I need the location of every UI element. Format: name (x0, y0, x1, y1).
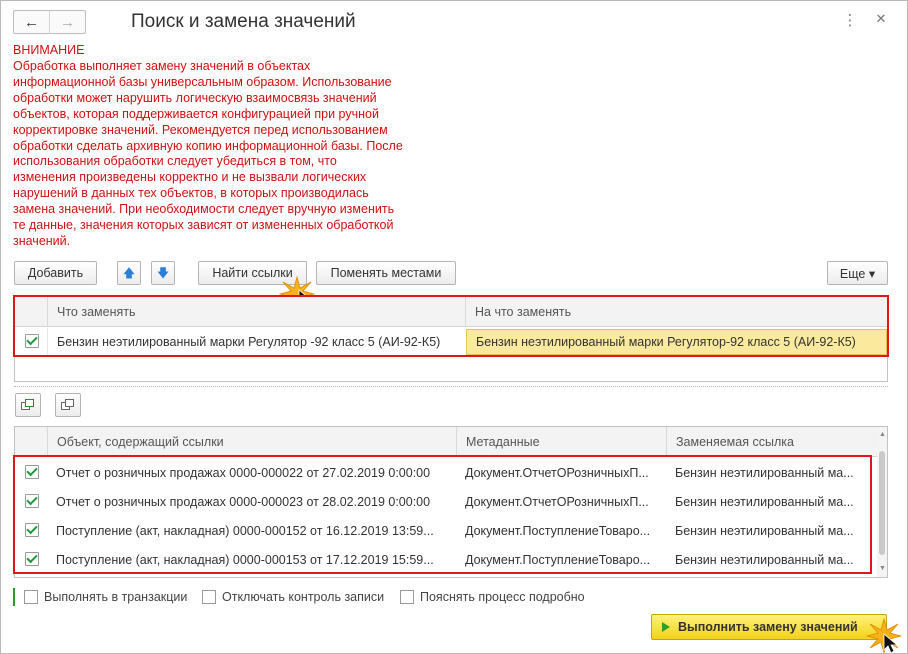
move-down-button[interactable]: 🡇 (151, 261, 175, 285)
focus-marker (13, 588, 15, 606)
execute-replace-button[interactable]: Выполнить замену значений (651, 614, 887, 640)
option-disable-control-label: Отключать контроль записи (222, 590, 385, 604)
table-row[interactable]: Поступление (акт, накладная) 0000-000152… (15, 517, 887, 545)
cell-metadata[interactable]: Документ.ПоступлениеТоваро... (456, 546, 666, 574)
option-disable-control[interactable]: Отключать контроль записи (202, 590, 384, 604)
option-transaction-label: Выполнять в транзакции (44, 590, 188, 604)
cell-object[interactable]: Отчет о розничных продажах 0000-000022 о… (47, 459, 456, 487)
scroll-down-icon[interactable]: ▼ (879, 565, 886, 572)
more-menu-button[interactable]: ⋮ (840, 11, 860, 29)
vertical-scrollbar[interactable]: ▲ ▼ (877, 427, 887, 577)
more-vertical-icon: ⋮ (842, 12, 858, 29)
table-row[interactable]: Поступление (акт, накладная) 0000-000153… (15, 546, 887, 574)
scroll-up-icon[interactable]: ▲ (879, 431, 886, 438)
option-transaction[interactable]: Выполнять в транзакции (24, 590, 187, 604)
nav-buttons: ← → (13, 10, 86, 34)
check-all-button[interactable] (15, 393, 41, 417)
option-explain-checkbox[interactable] (400, 590, 414, 604)
table-row[interactable]: Бензин неэтилированный марки Регулятор -… (15, 328, 887, 356)
uncheck-all-icon (61, 399, 75, 411)
column-header-with[interactable]: На что заменять (465, 297, 889, 327)
option-transaction-checkbox[interactable] (24, 590, 38, 604)
swap-button[interactable]: Поменять местами (316, 261, 456, 285)
column-header-what[interactable]: Что заменять (47, 297, 465, 327)
table-row[interactable]: Отчет о розничных продажах 0000-000022 о… (15, 459, 887, 487)
add-button[interactable]: Добавить (14, 261, 97, 285)
play-icon (662, 622, 670, 632)
option-explain[interactable]: Пояснять процесс подробно (400, 590, 585, 604)
column-header-ref[interactable]: Заменяемая ссылка (666, 427, 878, 457)
cell-ref[interactable]: Бензин неэтилированный ма... (666, 517, 878, 545)
cell-object[interactable]: Поступление (акт, накладная) 0000-000152… (47, 517, 456, 545)
row-checkbox[interactable] (25, 523, 39, 537)
column-header-metadata[interactable]: Метаданные (456, 427, 666, 457)
arrow-right-icon: → (60, 13, 75, 31)
cell-metadata[interactable]: Документ.ОтчетОРозничныхП... (456, 488, 666, 516)
warning-text: Обработка выполняет замену значений в об… (13, 59, 403, 248)
cell-object[interactable]: Отчет о розничных продажах 0000-000023 о… (47, 488, 456, 516)
warning-heading: ВНИМАНИЕ (13, 43, 85, 57)
scroll-thumb[interactable] (879, 451, 885, 555)
arrow-left-icon: ← (24, 13, 39, 31)
row-checkbox[interactable] (25, 334, 39, 348)
option-explain-label: Пояснять процесс подробно (420, 590, 585, 604)
option-disable-control-checkbox[interactable] (202, 590, 216, 604)
row-checkbox[interactable] (25, 494, 39, 508)
references-table: Объект, содержащий ссылки Метаданные Зам… (14, 426, 888, 578)
window-title: Поиск и замена значений (131, 11, 356, 32)
cell-ref[interactable]: Бензин неэтилированный ма... (666, 546, 878, 574)
check-all-icon (21, 399, 35, 411)
back-button[interactable]: ← (14, 11, 49, 33)
arrow-up-icon: 🡅 (122, 266, 136, 280)
references-table-header: Объект, содержащий ссылки Метаданные Зам… (15, 427, 887, 457)
move-up-button[interactable]: 🡅 (117, 261, 141, 285)
cell-with[interactable]: Бензин неэтилированный марки Регулятор-9… (466, 329, 887, 355)
execute-replace-label: Выполнить замену значений (678, 620, 858, 634)
column-header-object[interactable]: Объект, содержащий ссылки (47, 427, 465, 457)
replace-table: Что заменять На что заменять Бензин неэт… (14, 296, 888, 382)
more-actions-button[interactable]: Еще ▾ (827, 261, 888, 285)
cell-ref[interactable]: Бензин неэтилированный ма... (666, 459, 878, 487)
row-checkbox[interactable] (25, 552, 39, 566)
cell-metadata[interactable]: Документ.ПоступлениеТоваро... (456, 517, 666, 545)
cell-what[interactable]: Бензин неэтилированный марки Регулятор -… (47, 328, 465, 356)
cell-metadata[interactable]: Документ.ОтчетОРозничныхП... (456, 459, 666, 487)
uncheck-all-button[interactable] (55, 393, 81, 417)
forward-button[interactable]: → (49, 11, 85, 33)
row-checkbox[interactable] (25, 465, 39, 479)
click-highlight-icon (866, 618, 902, 654)
close-button[interactable]: ✕ (871, 11, 891, 27)
panel-splitter[interactable] (14, 386, 888, 387)
table-row[interactable]: Отчет о розничных продажах 0000-000023 о… (15, 488, 887, 516)
close-icon: ✕ (875, 11, 887, 26)
cell-object[interactable]: Поступление (акт, накладная) 0000-000153… (47, 546, 456, 574)
arrow-down-icon: 🡇 (156, 266, 170, 280)
cell-ref[interactable]: Бензин неэтилированный ма... (666, 488, 878, 516)
replace-table-header: Что заменять На что заменять (15, 297, 887, 327)
